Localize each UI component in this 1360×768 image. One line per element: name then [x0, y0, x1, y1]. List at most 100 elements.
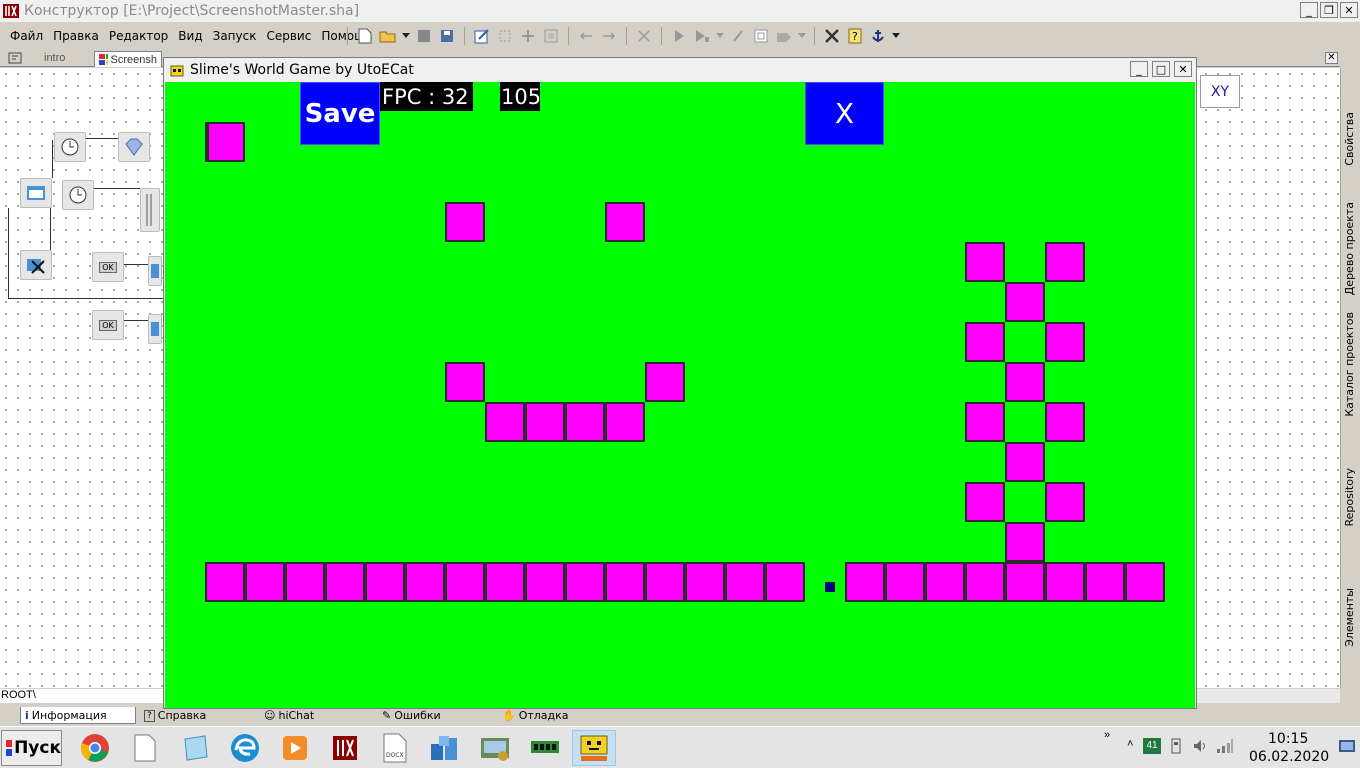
volume-icon[interactable] [1192, 738, 1208, 757]
tab-information[interactable]: i Информация [20, 707, 136, 724]
run-icon[interactable] [670, 27, 688, 45]
installer-icon[interactable] [423, 730, 467, 766]
ram-icon[interactable] [523, 730, 567, 766]
menu-run[interactable]: Запуск [213, 29, 257, 43]
tab-structure-icon[interactable] [4, 51, 24, 67]
menu-edit[interactable]: Правка [53, 29, 99, 43]
tab-debug[interactable]: ✋ Отладка [498, 707, 573, 724]
notepad-icon[interactable] [173, 730, 217, 766]
game-area[interactable]: Save X FPC : 32 105 [165, 82, 1195, 708]
counter-label: 105 [500, 82, 541, 111]
delete-icon[interactable] [635, 27, 653, 45]
chevron-down-icon[interactable] [892, 27, 900, 45]
timer-icon[interactable] [62, 180, 94, 210]
hiasm-icon[interactable] [323, 730, 367, 766]
tab-screenshot[interactable]: Screensh [94, 51, 162, 67]
anchor-icon[interactable] [869, 27, 887, 45]
file-icon[interactable] [123, 730, 167, 766]
minimize-button[interactable]: _ [1300, 2, 1318, 18]
block [965, 242, 1005, 282]
edit-icon[interactable] [473, 27, 491, 45]
maximize-button[interactable]: □ [1152, 61, 1170, 77]
align-icon[interactable] [496, 27, 514, 45]
link-wire [124, 264, 148, 265]
tab-label: Справка [157, 709, 207, 722]
timer-icon[interactable] [54, 132, 86, 162]
clock-date[interactable]: 06.02.2020 [1249, 749, 1329, 765]
tab-repository[interactable]: Repository [1343, 468, 1356, 527]
menu-editor[interactable]: Редактор [109, 29, 168, 43]
tab-properties[interactable]: Свойства [1343, 112, 1356, 166]
form-window-icon[interactable] [20, 178, 52, 208]
slime-game-icon[interactable] [572, 730, 616, 766]
form-icon[interactable] [752, 27, 770, 45]
select-icon[interactable] [542, 27, 560, 45]
xy-button[interactable]: XY [1200, 75, 1240, 108]
tab-project-tree[interactable]: Дерево проекта [1343, 202, 1356, 295]
clock-time[interactable]: 10:15 [1268, 731, 1308, 747]
close-game-button[interactable]: X [805, 82, 884, 145]
tab-help[interactable]: ? Справка [140, 707, 210, 724]
wrench-icon: ✎ [382, 709, 392, 722]
open-folder-icon[interactable] [379, 27, 397, 45]
form-node-icon[interactable] [148, 256, 162, 286]
svg-text:DOCX: DOCX [386, 752, 404, 759]
block [1005, 442, 1045, 482]
chevron-down-icon[interactable] [798, 27, 806, 45]
restore-button[interactable]: ❐ [1320, 2, 1338, 18]
save-as-icon[interactable] [438, 27, 456, 45]
game-title: Slime's World Game by UtoECat [190, 62, 414, 78]
menu-file[interactable]: Файл [10, 29, 43, 43]
close-button[interactable]: ✕ [1340, 2, 1358, 18]
chevron-down-icon[interactable] [402, 27, 410, 45]
minimize-button[interactable]: _ [1130, 61, 1148, 77]
edge-icon[interactable] [223, 730, 267, 766]
save-button[interactable]: Save [300, 82, 380, 145]
save-icon[interactable] [415, 27, 433, 45]
link-wire [86, 138, 118, 139]
gem-icon[interactable] [118, 132, 150, 162]
app-titlebar: Конструктор [E:\Project\ScreenshotMaster… [0, 0, 1360, 22]
start-button[interactable]: Пуск [1, 730, 62, 766]
control-panel-icon[interactable] [473, 730, 517, 766]
close-button[interactable]: ✕ [1174, 61, 1192, 77]
tools-icon[interactable] [823, 27, 841, 45]
block [565, 402, 605, 442]
center-icon[interactable] [519, 27, 537, 45]
tools-node-icon[interactable] [20, 250, 52, 280]
menu-view[interactable]: Вид [178, 29, 202, 43]
usb-icon[interactable] [1169, 738, 1183, 757]
clean-icon[interactable] [729, 27, 747, 45]
tab-intro[interactable]: intro [40, 51, 90, 67]
button-node[interactable]: OK [92, 310, 124, 340]
block [645, 362, 685, 402]
floor-block [685, 562, 725, 602]
chrome-icon[interactable] [73, 730, 117, 766]
undo-icon[interactable] [577, 27, 595, 45]
tab-project-catalog[interactable]: Каталог проектов [1343, 312, 1356, 417]
show-hidden-icons-icon[interactable]: » [1104, 729, 1110, 741]
tab-elements[interactable]: Элементы [1343, 588, 1356, 647]
list-node-icon[interactable] [140, 188, 160, 232]
action-center-icon[interactable] [1338, 739, 1356, 758]
run-step-icon[interactable] [693, 27, 711, 45]
chevron-down-icon[interactable] [716, 27, 724, 45]
menu-service[interactable]: Сервис [266, 29, 311, 43]
tray-badge[interactable]: 41 [1143, 738, 1161, 754]
game-window: Slime's World Game by UtoECat _ □ ✕ Save… [163, 57, 1197, 709]
form-node-icon[interactable] [148, 314, 162, 344]
tab-errors[interactable]: ✎ Ошибки [378, 707, 445, 724]
button-node[interactable]: OK [92, 252, 124, 282]
horizontal-scrollbar[interactable] [1196, 689, 1340, 703]
close-tab-button[interactable]: ✕ [1325, 52, 1338, 64]
redo-icon[interactable] [600, 27, 618, 45]
new-file-icon[interactable] [356, 27, 374, 45]
tab-hichat[interactable]: ☺ hiChat [260, 707, 318, 724]
docx-icon[interactable]: DOCX [373, 730, 417, 766]
build-icon[interactable] [775, 27, 793, 45]
media-player-icon[interactable] [273, 730, 317, 766]
slime-icon [170, 65, 184, 77]
help-icon[interactable]: ? [846, 27, 864, 45]
chevron-up-icon[interactable]: ˄ [1127, 738, 1133, 750]
network-icon[interactable] [1216, 738, 1234, 757]
